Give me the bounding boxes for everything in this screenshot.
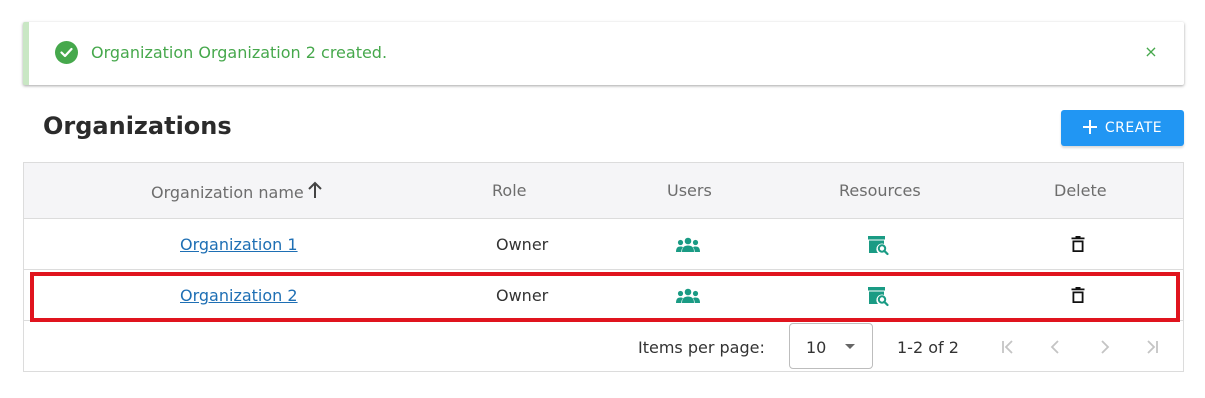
page-size-select[interactable]: 10 [789,323,873,369]
page-title: Organizations [43,112,232,140]
trash-icon[interactable] [1068,284,1088,306]
toast-message: Organization Organization 2 created. [91,43,388,62]
page-size-value: 10 [806,338,827,357]
column-header-delete: Delete [1054,181,1107,200]
trash-icon[interactable] [1068,233,1088,255]
table-row: Organization 2 Owner [24,270,1183,321]
close-toast-button[interactable]: × [1142,42,1160,62]
previous-page-icon[interactable] [1043,334,1069,360]
column-header-users: Users [667,181,712,200]
organization-link[interactable]: Organization 2 [180,286,298,305]
arrow-up-icon [307,181,323,203]
organizations-table: Organization name Role Users Resources D… [23,162,1184,372]
role-cell: Owner [496,286,549,305]
users-icon[interactable] [675,234,701,256]
paginator: Items per page: 10 1-2 of 2 [24,322,1183,372]
resources-search-icon[interactable] [866,233,890,257]
create-button-label: CREATE [1104,120,1163,136]
users-icon[interactable] [675,285,701,307]
last-page-icon[interactable] [1139,334,1165,360]
page-range-label: 1-2 of 2 [897,338,959,357]
items-per-page-label: Items per page: [638,338,765,357]
column-header-resources: Resources [839,181,921,200]
success-toast: Organization Organization 2 created. × [23,22,1184,85]
first-page-icon[interactable] [995,334,1021,360]
role-cell: Owner [496,235,549,254]
plus-icon [1082,117,1097,139]
next-page-icon[interactable] [1091,334,1117,360]
resources-search-icon[interactable] [866,284,890,308]
check-circle-icon [55,41,78,64]
column-header-organization-name[interactable]: Organization name [151,181,323,203]
organization-link[interactable]: Organization 1 [180,235,298,254]
create-button[interactable]: CREATE [1061,110,1184,146]
table-row: Organization 1 Owner [24,219,1183,270]
column-header-label: Organization name [151,182,304,202]
table-header: Organization name Role Users Resources D… [24,163,1183,219]
column-header-role: Role [492,181,527,200]
caret-down-icon [845,344,855,349]
